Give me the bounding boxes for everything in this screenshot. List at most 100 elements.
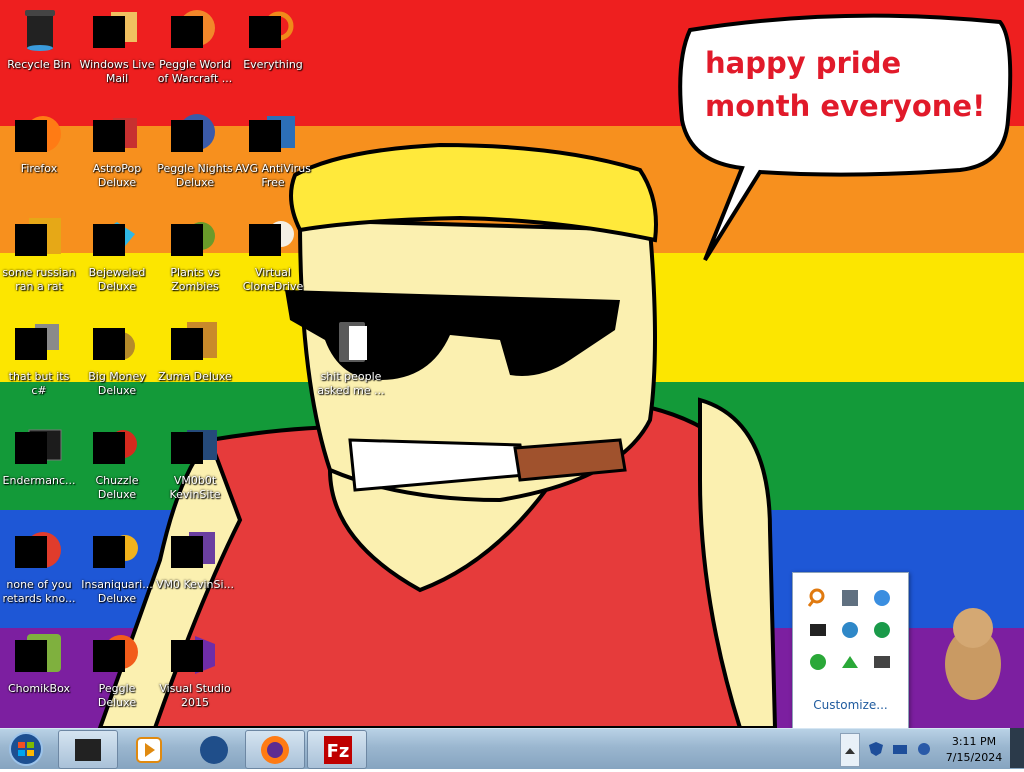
- system-clock[interactable]: 3:11 PM 7/15/2024: [936, 734, 1012, 766]
- desktop-icon-recycle-bin[interactable]: Recycle Bin: [0, 2, 78, 94]
- peggle-icon: [171, 6, 219, 54]
- desktop-icon-label: Big Money Deluxe: [88, 370, 146, 397]
- dark-app-icon[interactable]: [808, 620, 828, 640]
- censor-block: [15, 328, 47, 360]
- speech-bubble-text: happy pride month everyone!: [705, 46, 986, 123]
- network-icon[interactable]: [892, 741, 908, 757]
- svg-text:Fz: Fz: [327, 741, 350, 762]
- desktop-icon-peggle-deluxe[interactable]: Peggle Deluxe: [78, 626, 156, 718]
- desktop-icon-that-but-its-c-sharp[interactable]: that but its c#: [0, 314, 78, 406]
- desktop-icon-astropop[interactable]: AstroPop Deluxe: [78, 106, 156, 198]
- hamster-sticker: [935, 602, 1009, 702]
- desktop-icon-bejeweled[interactable]: Bejeweled Deluxe: [78, 210, 156, 302]
- peggle-icon: [93, 630, 141, 678]
- desktop-icon-label: shit people asked me ...: [317, 370, 385, 397]
- desktop-icon-zuma[interactable]: Zuma Deluxe: [156, 314, 234, 406]
- censor-block: [15, 640, 47, 672]
- censor-block: [15, 536, 47, 568]
- zuma-icon: [171, 318, 219, 366]
- firefox-icon: [15, 110, 63, 158]
- sheep-icon: [249, 214, 297, 262]
- taskbar-app-button[interactable]: [58, 730, 118, 769]
- desktop-icon-peggle-wow[interactable]: Peggle World of Warcraft ...: [156, 2, 234, 94]
- show-desktop-button[interactable]: [1010, 728, 1024, 768]
- start-button[interactable]: [6, 731, 46, 767]
- desktop-icon-label: Peggle World of Warcraft ...: [157, 58, 233, 85]
- desktop-icon-visual-studio[interactable]: Visual Studio 2015: [156, 626, 234, 718]
- gem-icon: [93, 214, 141, 262]
- antivirus-icon: [249, 110, 297, 158]
- desktop-icon-label: Windows Live Mail: [79, 58, 155, 85]
- desktop-icon-vm0b0t[interactable]: VM0b0t KevinSite: [156, 418, 234, 510]
- desktop-icon-label: some russian ran a rat: [2, 266, 76, 293]
- desktop-icon-label: Insaniquari... Deluxe: [81, 578, 153, 605]
- update-icon[interactable]: [872, 620, 892, 640]
- desktop-icon-avg[interactable]: AVG AntiVirus Free: [234, 106, 312, 198]
- desktop-icon-none-of-you[interactable]: none of you retards kno...: [0, 522, 78, 614]
- censor-block: [171, 640, 203, 672]
- fish-icon: [93, 526, 141, 574]
- desktop-icon-label: Peggle Deluxe: [97, 682, 137, 709]
- censor-block: [93, 328, 125, 360]
- censor-block: [93, 224, 125, 256]
- clock-date: 7/15/2024: [945, 751, 1003, 764]
- taskbar-media-player-button[interactable]: [120, 730, 180, 769]
- censor-block: [249, 120, 281, 152]
- app-icon: [75, 739, 101, 761]
- program-icon: [15, 526, 63, 574]
- desktop-icon-folder[interactable]: shit people asked me ...: [312, 314, 390, 406]
- censor-block: [171, 224, 203, 256]
- taskbar-firefox-button[interactable]: [245, 730, 305, 769]
- tool-icon[interactable]: [840, 588, 860, 608]
- desktop-icon-label: Bejeweled Deluxe: [88, 266, 146, 293]
- recycle-bin-icon: [15, 6, 63, 54]
- desktop-icon-label: Everything: [243, 58, 303, 71]
- censor-block: [171, 432, 203, 464]
- censor-block: [15, 224, 47, 256]
- desktop-icon-virtual-clonedrive[interactable]: Virtual CloneDrive: [234, 210, 312, 302]
- desktop-icon-russian-rat[interactable]: some russian ran a rat: [0, 210, 78, 302]
- desktop-icon-insaniquarium[interactable]: Insaniquari... Deluxe: [78, 522, 156, 614]
- desktop-icon-vm0[interactable]: VM0 KevinSi...: [156, 522, 234, 614]
- censor-block: [93, 536, 125, 568]
- globe-icon[interactable]: [840, 620, 860, 640]
- globe-icon: [200, 736, 228, 764]
- show-hidden-icons-button[interactable]: [840, 733, 860, 767]
- taskbar: Fz 3:11 PM 7/15/2024: [0, 728, 1024, 769]
- desktop-icon-peggle-nights[interactable]: Peggle Nights Deluxe: [156, 106, 234, 198]
- desktop-icon-firefox[interactable]: Firefox: [0, 106, 78, 198]
- program-icon: [15, 214, 63, 262]
- desktop-icon-label: VM0 KevinSi...: [156, 578, 235, 591]
- censor-block: [249, 16, 281, 48]
- media-player-icon: [136, 737, 162, 763]
- censor-block: [171, 120, 203, 152]
- censor-block: [15, 432, 47, 464]
- desktop-icon-label: none of you retards kno...: [2, 578, 76, 605]
- search-icon[interactable]: [807, 588, 828, 608]
- customize-link[interactable]: Customize...: [793, 698, 908, 712]
- desktop-icon-label: VM0b0t KevinSite: [169, 474, 221, 501]
- arrow-icon[interactable]: [840, 652, 860, 672]
- censor-block: [15, 120, 47, 152]
- desktop-icon-chomikbox[interactable]: ChomikBox: [0, 626, 78, 718]
- desktop-icon-chuzzle[interactable]: Chuzzle Deluxe: [78, 418, 156, 510]
- volume-icon[interactable]: [916, 741, 932, 757]
- taskbar-browser-button[interactable]: [183, 730, 243, 769]
- taskbar-filezilla-button[interactable]: Fz: [307, 730, 367, 769]
- desktop-icon-plants-vs-zombies[interactable]: Plants vs Zombies: [156, 210, 234, 302]
- desktop-icon-label: Firefox: [20, 162, 58, 175]
- desktop-icon-label: ChomikBox: [8, 682, 70, 695]
- network-icon[interactable]: [872, 588, 892, 608]
- desktop-icon-everything[interactable]: Everything: [234, 2, 312, 94]
- globe-green-icon[interactable]: [808, 652, 828, 672]
- desktop-icon-windows-live-mail[interactable]: Windows Live Mail: [78, 2, 156, 94]
- desktop-icon-endermanch[interactable]: Endermanc...: [0, 418, 78, 510]
- peggle-icon: [171, 110, 219, 158]
- astropop-icon: [93, 110, 141, 158]
- drive-icon[interactable]: [872, 652, 892, 672]
- mail-icon: [93, 6, 141, 54]
- desktop-icon-label: Chuzzle Deluxe: [95, 474, 139, 501]
- desktop-icon-big-money[interactable]: Big Money Deluxe: [78, 314, 156, 406]
- security-icon[interactable]: [868, 741, 884, 757]
- chuzzle-icon: [93, 422, 141, 470]
